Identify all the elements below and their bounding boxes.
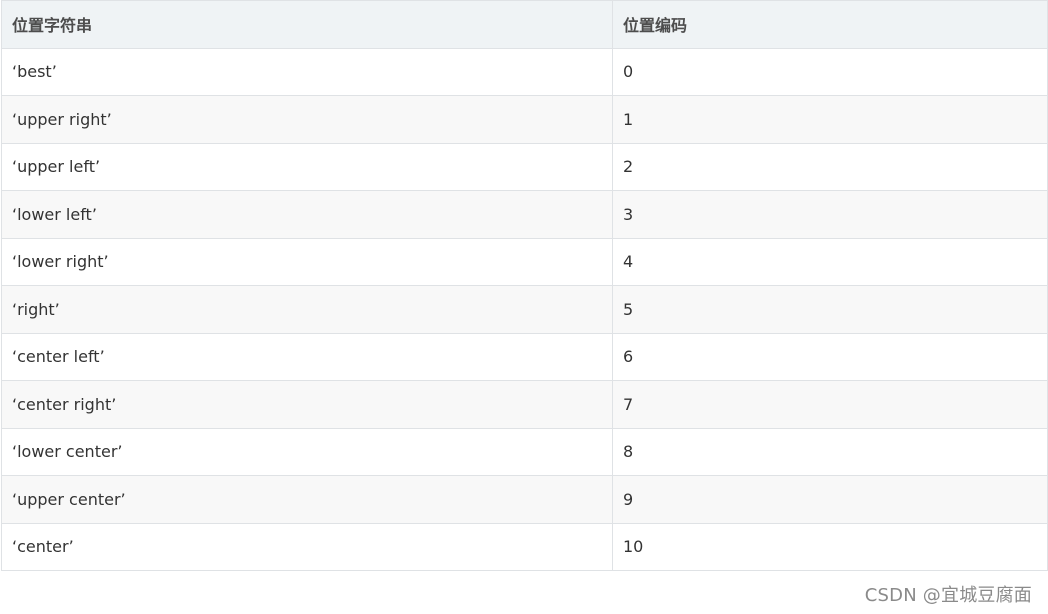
location-code-cell: 5	[612, 285, 1048, 334]
location-string-cell: ‘lower right’	[1, 237, 613, 286]
header-location-string: 位置字符串	[1, 0, 613, 49]
location-code-cell: 1	[612, 95, 1048, 144]
table-row: ‘upper center’ 9	[1, 475, 1048, 524]
table-row: ‘center’ 10	[1, 522, 1048, 571]
table-row: ‘lower center’ 8	[1, 427, 1048, 476]
location-string-cell: ‘upper center’	[1, 475, 613, 524]
location-code-cell: 3	[612, 190, 1048, 239]
location-code-cell: 2	[612, 142, 1048, 191]
table-row: ‘center right’ 7	[1, 380, 1048, 429]
location-string-cell: ‘best’	[1, 47, 613, 96]
location-string-cell: ‘lower left’	[1, 190, 613, 239]
location-code-cell: 7	[612, 380, 1048, 429]
location-string-cell: ‘upper left’	[1, 142, 613, 191]
location-code-cell: 10	[612, 522, 1048, 571]
table-row: ‘right’ 5	[1, 285, 1048, 334]
location-string-cell: ‘lower center’	[1, 427, 613, 476]
table-row: ‘best’ 0	[1, 47, 1048, 96]
location-code-cell: 0	[612, 47, 1048, 96]
location-code-cell: 9	[612, 475, 1048, 524]
page: 位置字符串 位置编码 ‘best’ 0 ‘upper right’ 1 ‘upp…	[0, 0, 1048, 614]
table-row: ‘upper right’ 1	[1, 95, 1048, 144]
location-string-cell: ‘center left’	[1, 332, 613, 381]
location-code-table: 位置字符串 位置编码 ‘best’ 0 ‘upper right’ 1 ‘upp…	[1, 0, 1048, 571]
location-code-cell: 8	[612, 427, 1048, 476]
table-row: ‘upper left’ 2	[1, 142, 1048, 191]
location-string-cell: ‘center right’	[1, 380, 613, 429]
location-code-cell: 4	[612, 237, 1048, 286]
table-row: ‘lower right’ 4	[1, 237, 1048, 286]
csdn-watermark: CSDN @宜城豆腐面	[864, 585, 1032, 606]
location-string-cell: ‘center’	[1, 522, 613, 571]
header-location-code: 位置编码	[612, 0, 1048, 49]
location-code-cell: 6	[612, 332, 1048, 381]
table-row: ‘lower left’ 3	[1, 190, 1048, 239]
location-string-cell: ‘upper right’	[1, 95, 613, 144]
table-row: ‘center left’ 6	[1, 332, 1048, 381]
location-string-cell: ‘right’	[1, 285, 613, 334]
table-header-row: 位置字符串 位置编码	[1, 0, 1048, 49]
